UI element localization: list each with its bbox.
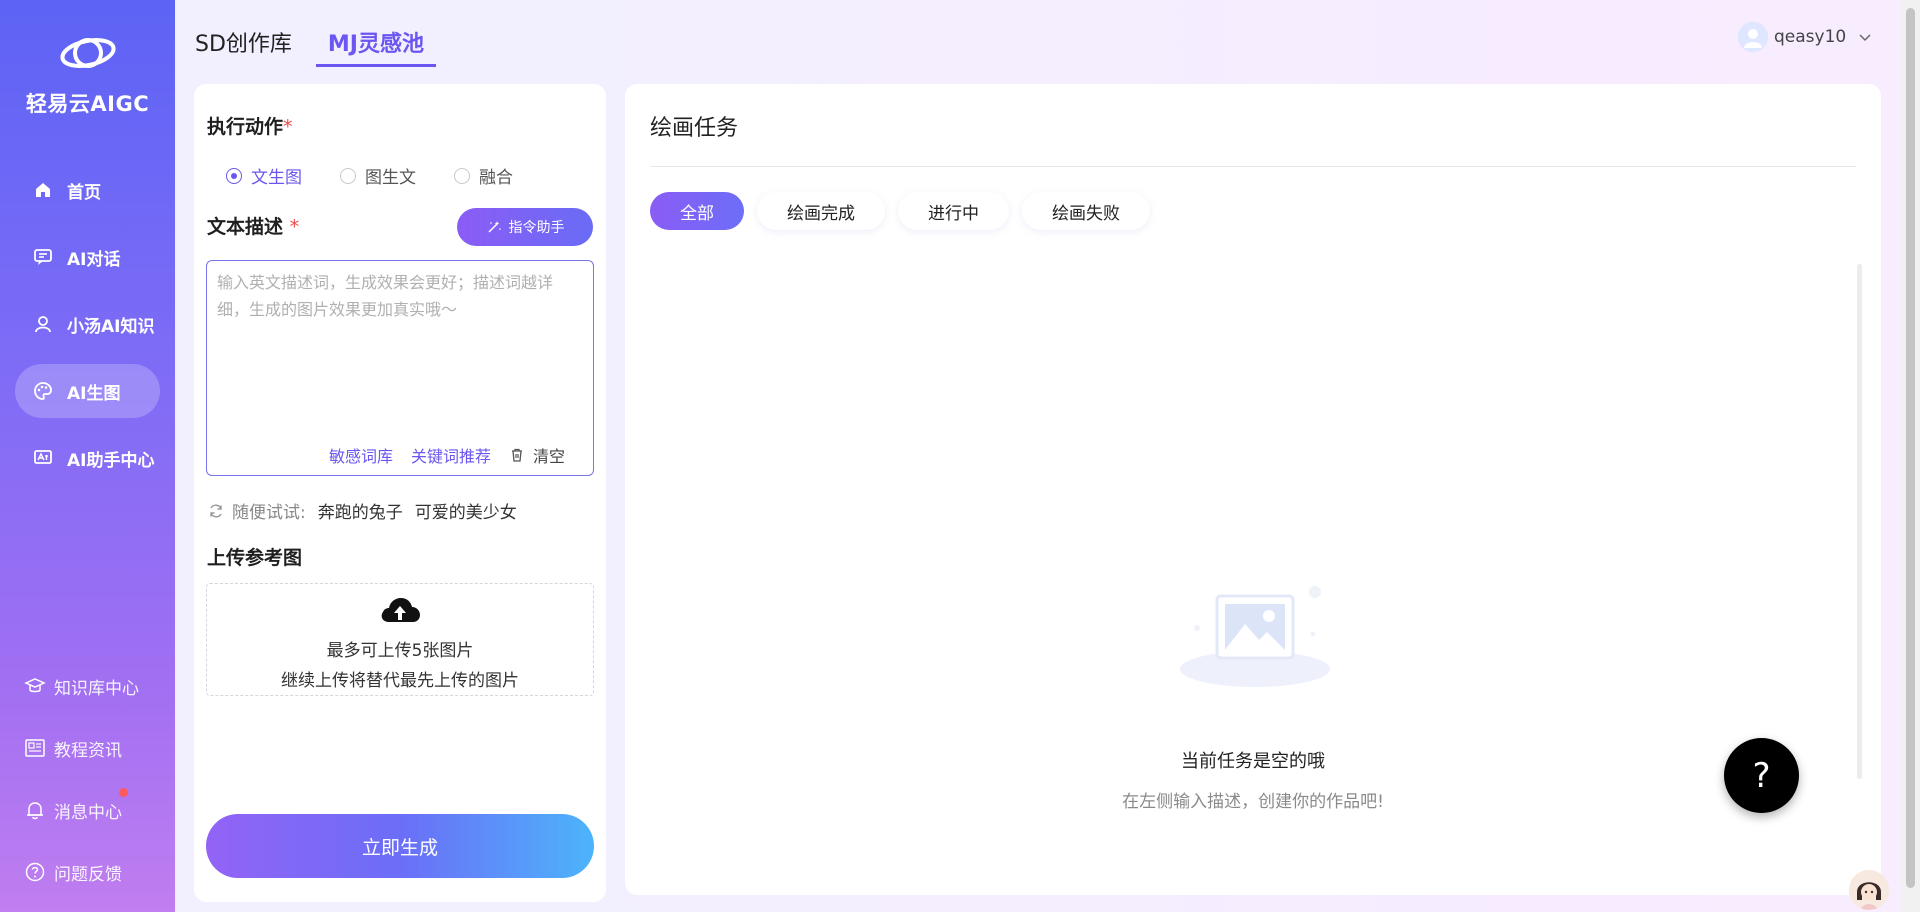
- upload-hint-1: 最多可上传5张图片: [326, 641, 474, 661]
- create-panel: 执行动作* 文生图 图生文 融合 文本描述 * 指令助手 敏感词库 关键词推荐: [194, 84, 606, 902]
- planet-logo-icon: [59, 38, 116, 68]
- chevron-down-icon: [1858, 30, 1872, 44]
- palette-icon: [33, 381, 53, 401]
- assistant-avatar[interactable]: [1849, 870, 1889, 910]
- tab-sd-library[interactable]: SD创作库: [195, 26, 304, 67]
- sidebar-item-label: 小汤AI知识: [67, 316, 155, 337]
- sidebar-item-ai-chat[interactable]: AI对话: [15, 230, 160, 284]
- mode-radio-group: 文生图 图生文 融合: [226, 163, 551, 188]
- magic-wand-icon: [486, 219, 502, 235]
- top-tabs: SD创作库 MJ灵感池: [195, 26, 448, 67]
- chat-icon: [33, 247, 53, 267]
- assistant-icon: [33, 448, 53, 468]
- sidebar-item-label: 首页: [67, 182, 101, 203]
- user-icon: [33, 314, 53, 334]
- bell-icon: [24, 799, 46, 821]
- girl-avatar-icon: [1849, 870, 1889, 910]
- radio-image-to-text[interactable]: 图生文: [340, 163, 416, 188]
- keyword-recommend-link[interactable]: 关键词推荐: [411, 443, 491, 467]
- desc-label: 文本描述 *: [207, 216, 300, 238]
- filter-all[interactable]: 全部: [650, 192, 744, 230]
- required-mark: *: [283, 116, 293, 138]
- upload-label: 上传参考图: [207, 547, 303, 569]
- sidebar-item-label: AI生图: [67, 383, 121, 404]
- sidebar-item-messages[interactable]: 消息中心: [24, 788, 164, 826]
- user-menu[interactable]: qeasy10: [1738, 22, 1872, 52]
- sidebar: 轻易云AIGC 首页 AI对话 小汤AI知识 AI生图 AI助手中心 知识库中心…: [0, 0, 175, 912]
- home-icon: [33, 180, 53, 200]
- upload-dropzone[interactable]: 最多可上传5张图片 继续上传将替代最先上传的图片: [206, 583, 594, 696]
- sidebar-item-label: AI助手中心: [67, 450, 155, 471]
- empty-state-title: 当前任务是空的哦: [1181, 751, 1325, 772]
- sensitive-words-link[interactable]: 敏感词库: [329, 443, 393, 467]
- radio-dot: [454, 167, 470, 184]
- radio-text-to-image[interactable]: 文生图: [226, 163, 302, 188]
- sidebar-item-home[interactable]: 首页: [15, 163, 160, 217]
- page-scrollbar-thumb[interactable]: [1906, 8, 1915, 888]
- news-icon: [24, 737, 46, 759]
- help-button[interactable]: ?: [1724, 738, 1799, 813]
- sidebar-item-feedback[interactable]: 问题反馈: [24, 856, 164, 888]
- sidebar-bottom-nav: 知识库中心 教程资讯 消息中心 问题反馈: [24, 670, 164, 912]
- notification-dot: [119, 788, 128, 797]
- generate-button[interactable]: 立即生成: [206, 814, 594, 878]
- divider: [650, 166, 1856, 167]
- sidebar-item-knowledge-center[interactable]: 知识库中心: [24, 670, 164, 702]
- sidebar-item-label: 知识库中心: [54, 678, 139, 699]
- tab-mj-inspiration[interactable]: MJ灵感池: [315, 26, 436, 67]
- empty-image-illustration-icon: [1180, 586, 1330, 687]
- sidebar-item-label: 教程资讯: [54, 740, 122, 761]
- filter-completed[interactable]: 绘画完成: [757, 192, 885, 230]
- cloud-upload-icon: [381, 598, 420, 622]
- try-chip-rabbit[interactable]: 奔跑的兔子: [318, 498, 403, 523]
- sidebar-item-knowledge[interactable]: 小汤AI知识: [15, 297, 160, 351]
- task-list-scrollbar[interactable]: [1857, 264, 1862, 779]
- filter-failed[interactable]: 绘画失败: [1022, 192, 1150, 230]
- radio-dot: [340, 167, 356, 184]
- refresh-icon[interactable]: [208, 503, 224, 519]
- brand-name: 轻易云AIGC: [25, 92, 150, 116]
- graduation-cap-icon: [24, 675, 46, 697]
- try-chip-girl[interactable]: 可爱的美少女: [415, 498, 517, 523]
- avatar: [1738, 22, 1768, 52]
- random-try-row: 随便试试: 奔跑的兔子 可爱的美少女: [208, 498, 529, 523]
- task-panel: 绘画任务 全部 绘画完成 进行中 绘画失败 当前任务是空的哦 在左侧输入描述，创…: [625, 84, 1881, 895]
- sidebar-nav: 首页 AI对话 小汤AI知识 AI生图 AI助手中心: [15, 163, 160, 498]
- sidebar-item-label: AI对话: [67, 249, 121, 270]
- task-filter-tabs: 全部 绘画完成 进行中 绘画失败: [650, 192, 1163, 230]
- prompt-actions: 敏感词库 关键词推荐 清空: [311, 443, 565, 467]
- sidebar-item-label: 问题反馈: [54, 864, 122, 885]
- prompt-textarea[interactable]: [217, 269, 583, 419]
- prompt-assistant-button[interactable]: 指令助手: [457, 208, 593, 246]
- sidebar-item-tutorials[interactable]: 教程资讯: [24, 732, 164, 764]
- username: qeasy10: [1774, 27, 1847, 47]
- action-label: 执行动作*: [207, 116, 293, 138]
- random-try-label: 随便试试:: [232, 503, 306, 523]
- task-panel-title: 绘画任务: [650, 116, 739, 141]
- question-circle-icon: [24, 861, 46, 883]
- empty-state-subtitle: 在左侧输入描述，创建你的作品吧!: [1122, 792, 1384, 812]
- upload-hint-2: 继续上传将替代最先上传的图片: [281, 671, 519, 691]
- radio-dot: [226, 167, 242, 184]
- page-scrollbar[interactable]: [1901, 0, 1920, 912]
- clear-button[interactable]: 清空: [509, 443, 565, 467]
- prompt-box: 敏感词库 关键词推荐 清空: [206, 260, 594, 476]
- brand-logo[interactable]: 轻易云AIGC: [0, 30, 175, 118]
- sidebar-item-label: 消息中心: [54, 802, 122, 823]
- trash-icon: [509, 447, 525, 463]
- sidebar-item-ai-image[interactable]: AI生图: [15, 364, 160, 418]
- radio-blend[interactable]: 融合: [454, 163, 513, 188]
- sidebar-item-assistant[interactable]: AI助手中心: [15, 431, 160, 485]
- filter-in-progress[interactable]: 进行中: [898, 192, 1009, 230]
